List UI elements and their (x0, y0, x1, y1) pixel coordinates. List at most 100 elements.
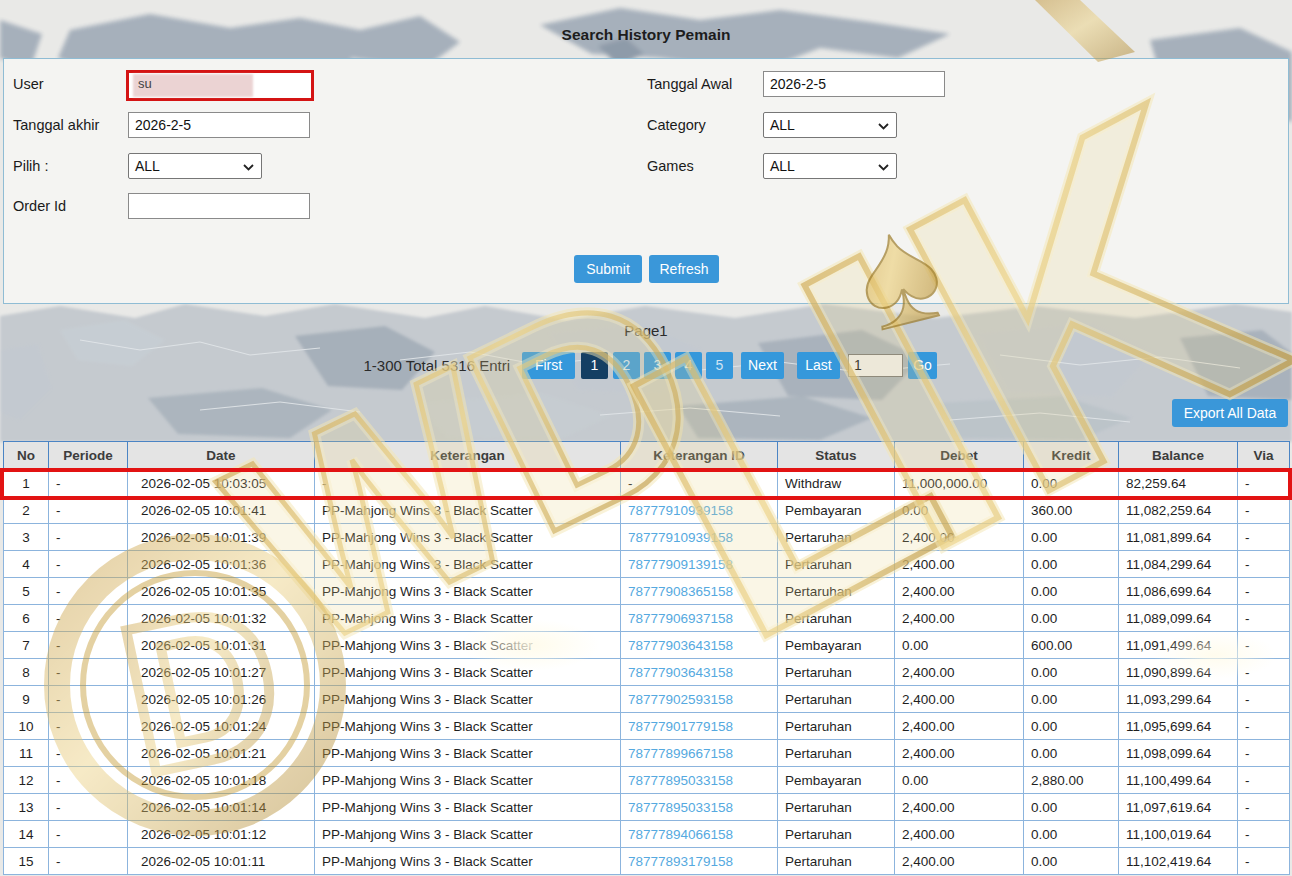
cell-periode: - (49, 848, 128, 875)
order-id-input[interactable] (128, 193, 310, 219)
pilih-label: Pilih : (13, 153, 48, 179)
pilih-select[interactable]: ALL (128, 153, 262, 179)
keterangan-id-link[interactable]: 78777899667158 (628, 746, 733, 761)
cell-balance: 11,097,619.64 (1119, 794, 1238, 821)
cell-status: Pertaruhan (778, 848, 895, 875)
pagination-page-2[interactable]: 2 (613, 352, 640, 379)
cell-balance: 11,086,699.64 (1119, 578, 1238, 605)
cell-status: Pembayaran (778, 767, 895, 794)
keterangan-id-link[interactable]: 78777906937158 (628, 611, 733, 626)
cell-no: 9 (4, 686, 49, 713)
keterangan-id-link[interactable]: 78777895033158 (628, 773, 733, 788)
cell-via: - (1238, 821, 1290, 848)
cell-date: 2026-02-05 10:01:12 (128, 821, 315, 848)
cell-debet: 2,400.00 (895, 794, 1024, 821)
cell-kredit: 600.00 (1024, 632, 1119, 659)
cell-keterangan: PP-Mahjong Wins 3 - Black Scatter (315, 848, 621, 875)
cell-no: 2 (4, 497, 49, 524)
table-row: 10-2026-02-05 10:01:24PP-Mahjong Wins 3 … (4, 713, 1290, 740)
keterangan-id-link[interactable]: 78777909139158 (628, 557, 733, 572)
cell-date: 2026-02-05 10:01:39 (128, 524, 315, 551)
cell-via: - (1238, 767, 1290, 794)
tanggal-akhir-input[interactable]: 2026-2-5 (128, 112, 310, 138)
pagination-next-button[interactable]: Next (741, 352, 784, 379)
cell-date: 2026-02-05 10:01:14 (128, 794, 315, 821)
cell-balance: 11,102,419.64 (1119, 848, 1238, 875)
cell-debet: 2,400.00 (895, 605, 1024, 632)
cell-debet: 0.00 (895, 632, 1024, 659)
cell-date: 2026-02-05 10:01:27 (128, 659, 315, 686)
page-title: Search History Pemain (0, 26, 1292, 44)
cell-balance: 11,100,019.64 (1119, 821, 1238, 848)
keterangan-id-link[interactable]: 78777903643158 (628, 638, 733, 653)
table-row: 12-2026-02-05 10:01:18PP-Mahjong Wins 3 … (4, 767, 1290, 794)
refresh-button[interactable]: Refresh (649, 255, 719, 283)
cell-keterangan: PP-Mahjong Wins 3 - Black Scatter (315, 551, 621, 578)
cell-kredit: 0.00 (1024, 794, 1119, 821)
cell-date: 2026-02-05 10:01:35 (128, 578, 315, 605)
col-header-keterangan-id: Keterangan ID (621, 442, 778, 470)
cell-keterangan: PP-Mahjong Wins 3 - Black Scatter (315, 659, 621, 686)
cell-keterangan: PP-Mahjong Wins 3 - Black Scatter (315, 767, 621, 794)
submit-button[interactable]: Submit (574, 255, 642, 283)
keterangan-id-link[interactable]: 78777893179158 (628, 854, 733, 869)
goto-page-input[interactable]: 1 (848, 354, 903, 377)
cell-no: 10 (4, 713, 49, 740)
cell-debet: 2,400.00 (895, 848, 1024, 875)
tanggal-awal-input[interactable]: 2026-2-5 (763, 71, 945, 97)
keterangan-id-link[interactable]: 78777903643158 (628, 665, 733, 680)
cell-via: - (1238, 605, 1290, 632)
col-header-via: Via (1238, 442, 1290, 470)
cell-no: 3 (4, 524, 49, 551)
cell-no: 7 (4, 632, 49, 659)
cell-balance: 11,098,099.64 (1119, 740, 1238, 767)
cell-keterangan: PP-Mahjong Wins 3 - Black Scatter (315, 686, 621, 713)
pagination-page-1[interactable]: 1 (581, 352, 608, 379)
user-input[interactable]: su (126, 70, 314, 101)
cell-debet: 2,400.00 (895, 686, 1024, 713)
cell-debet: 2,400.00 (895, 713, 1024, 740)
cell-debet: 2,400.00 (895, 551, 1024, 578)
cell-kredit: 360.00 (1024, 497, 1119, 524)
cell-balance: 11,090,899.64 (1119, 659, 1238, 686)
keterangan-id-link[interactable]: 78777895033158 (628, 800, 733, 815)
pagination-page-4[interactable]: 4 (675, 352, 702, 379)
cell-no: 14 (4, 821, 49, 848)
keterangan-id-link[interactable]: 78777910939158 (628, 530, 733, 545)
keterangan-id-link[interactable]: 78777894066158 (628, 827, 733, 842)
cell-status: Pertaruhan (778, 794, 895, 821)
cell-balance: 11,089,099.64 (1119, 605, 1238, 632)
keterangan-id-link[interactable]: 78777902593158 (628, 692, 733, 707)
tanggal-awal-label: Tanggal Awal (647, 71, 732, 97)
pagination-last-button[interactable]: Last (797, 352, 840, 379)
pagination-first-button[interactable]: First (522, 352, 575, 379)
cell-balance: 11,084,299.64 (1119, 551, 1238, 578)
cell-keterangan_id: 78777910939158 (621, 497, 778, 524)
cell-debet: 2,400.00 (895, 659, 1024, 686)
table-row: 4-2026-02-05 10:01:36PP-Mahjong Wins 3 -… (4, 551, 1290, 578)
cell-keterangan_id: 78777910939158 (621, 524, 778, 551)
cell-keterangan_id: 78777903643158 (621, 659, 778, 686)
cell-date: 2026-02-05 10:01:18 (128, 767, 315, 794)
table-row: 9-2026-02-05 10:01:26PP-Mahjong Wins 3 -… (4, 686, 1290, 713)
pagination-page-3[interactable]: 3 (644, 352, 671, 379)
cell-keterangan: PP-Mahjong Wins 3 - Black Scatter (315, 578, 621, 605)
keterangan-id-link[interactable]: 78777901779158 (628, 719, 733, 734)
games-select[interactable]: ALL (763, 153, 897, 179)
table-row: 14-2026-02-05 10:01:12PP-Mahjong Wins 3 … (4, 821, 1290, 848)
cell-kredit: 0.00 (1024, 821, 1119, 848)
keterangan-id-link[interactable]: 78777908365158 (628, 584, 733, 599)
cell-via: - (1238, 848, 1290, 875)
category-select[interactable]: ALL (763, 112, 897, 138)
cell-date: 2026-02-05 10:01:32 (128, 605, 315, 632)
cell-keterangan_id: 78777903643158 (621, 632, 778, 659)
col-header-date: Date (128, 442, 315, 470)
cell-keterangan_id: 78777906937158 (621, 605, 778, 632)
cell-kredit: 0.00 (1024, 740, 1119, 767)
go-button[interactable]: Go (908, 352, 937, 379)
keterangan-id-link[interactable]: 78777910939158 (628, 503, 733, 518)
pagination-bar: First 1 2 3 4 5 Next Last 1 Go (522, 352, 942, 379)
cell-date: 2026-02-05 10:01:31 (128, 632, 315, 659)
pagination-page-5[interactable]: 5 (706, 352, 733, 379)
export-all-data-button[interactable]: Export All Data (1172, 399, 1288, 427)
